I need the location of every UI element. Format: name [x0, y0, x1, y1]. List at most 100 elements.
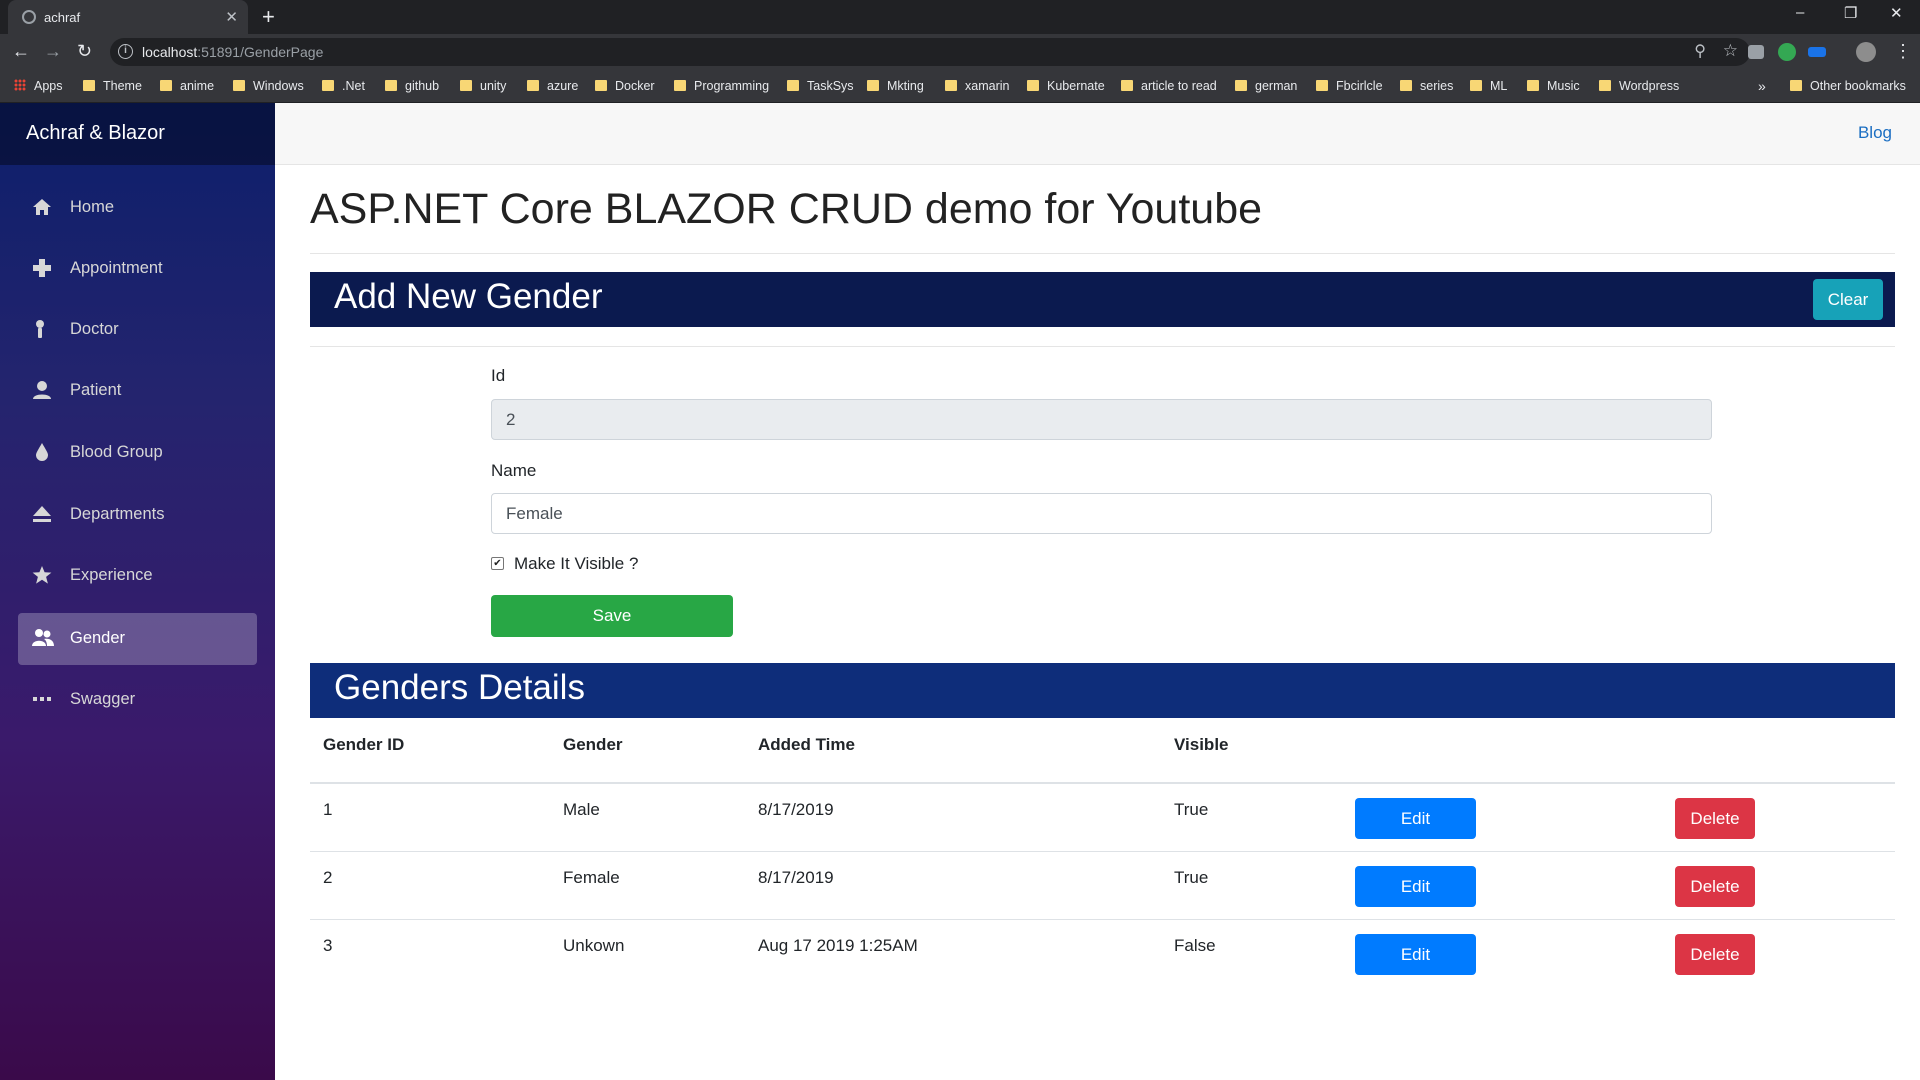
droplet-icon [32, 442, 52, 462]
bookmark-label: TaskSys [807, 79, 854, 93]
extension-mail-icon[interactable] [1748, 45, 1764, 59]
reload-icon[interactable]: ↻ [77, 41, 92, 62]
delete-button[interactable]: Delete [1675, 934, 1755, 975]
clear-button[interactable]: Clear [1813, 279, 1883, 320]
window-close-icon[interactable]: ✕ [1890, 4, 1903, 22]
form-header-title: Add New Gender [334, 277, 603, 316]
back-icon[interactable]: ← [12, 41, 30, 62]
id-field[interactable] [491, 399, 1712, 440]
profile-avatar[interactable] [1856, 42, 1876, 62]
sidebar-item-label: Departments [70, 505, 165, 523]
browser-tab-strip: achraf ✕ + – ❐ ✕ [0, 0, 1920, 34]
site-info-icon[interactable]: i [118, 44, 133, 59]
menu-kebab-icon[interactable]: ⋮ [1894, 41, 1912, 62]
folder-icon [1400, 80, 1412, 91]
sidebar-item-appointment[interactable]: Appointment [18, 243, 257, 295]
bookmark-folder[interactable]: Wordpress [1599, 70, 1679, 103]
cell-added-time: 8/17/2019 [758, 868, 834, 887]
sidebar-item-patient[interactable]: Patient [18, 365, 257, 417]
folder-icon [1121, 80, 1133, 91]
sidebar-item-label: Blood Group [70, 443, 163, 461]
extension-drive-icon[interactable] [1778, 43, 1796, 61]
cell-gender-id: 1 [323, 800, 333, 819]
column-header-added-time: Added Time [758, 735, 855, 754]
bookmark-folder[interactable]: Music [1527, 70, 1580, 103]
eject-icon [32, 504, 52, 524]
plus-icon [32, 258, 52, 278]
visible-checkbox[interactable]: ✔ [491, 557, 504, 570]
close-tab-icon[interactable]: ✕ [225, 8, 238, 26]
save-button[interactable]: Save [491, 595, 733, 637]
bookmark-folder[interactable]: series [1400, 70, 1453, 103]
bookmark-folder[interactable]: azure [527, 70, 578, 103]
folder-icon [1527, 80, 1539, 91]
bookmark-label: .Net [342, 79, 365, 93]
bookmark-folder[interactable]: Mkting [867, 70, 924, 103]
globe-icon [22, 10, 36, 24]
sidebar-item-label: Appointment [70, 259, 163, 277]
name-field[interactable] [491, 493, 1712, 534]
bookmark-folder[interactable]: Docker [595, 70, 655, 103]
bookmark-label: Apps [34, 79, 63, 93]
minimize-icon[interactable]: – [1796, 4, 1804, 21]
bookmark-star-icon[interactable]: ☆ [1723, 41, 1738, 61]
bookmark-folder[interactable]: .Net [322, 70, 365, 103]
cell-added-time: Aug 17 2019 1:25AM [758, 936, 918, 955]
bookmark-folder[interactable]: Programming [674, 70, 769, 103]
bookmark-folder[interactable]: anime [160, 70, 214, 103]
cell-visible: False [1174, 936, 1216, 955]
edit-button[interactable]: Edit [1355, 798, 1476, 839]
bookmark-folder[interactable]: Windows [233, 70, 304, 103]
sidebar-item-home[interactable]: Home [18, 182, 257, 234]
bookmark-label: ML [1490, 79, 1508, 93]
bookmarks-overflow-icon[interactable]: » [1758, 70, 1766, 103]
forward-icon[interactable]: → [44, 41, 62, 62]
bookmark-folder[interactable]: xamarin [945, 70, 1009, 103]
folder-icon [1470, 80, 1482, 91]
id-label: Id [491, 366, 506, 385]
brand-title[interactable]: Achraf & Blazor [0, 103, 275, 165]
delete-button[interactable]: Delete [1675, 798, 1755, 839]
delete-button[interactable]: Delete [1675, 866, 1755, 907]
cell-gender: Female [563, 868, 620, 887]
bookmark-folder[interactable]: Fbcirlcle [1316, 70, 1383, 103]
restore-icon[interactable]: ❐ [1844, 4, 1857, 22]
column-header-visible: Visible [1174, 735, 1229, 754]
bookmark-other[interactable]: Other bookmarks [1790, 70, 1906, 103]
sidebar-item-doctor[interactable]: Doctor [18, 304, 257, 356]
bookmark-folder[interactable]: article to read [1121, 70, 1217, 103]
bookmarks-bar: Apps Theme anime Windows .Net github uni… [0, 70, 1920, 103]
name-label: Name [491, 461, 537, 480]
sidebar-item-gender[interactable]: Gender [18, 613, 257, 665]
folder-icon [1235, 80, 1247, 91]
folder-icon [1316, 80, 1328, 91]
edit-button[interactable]: Edit [1355, 866, 1476, 907]
page-title: ASP.NET Core BLAZOR CRUD demo for Youtub… [310, 185, 1263, 233]
bookmark-folder[interactable]: github [385, 70, 439, 103]
bookmark-folder[interactable]: german [1235, 70, 1297, 103]
bookmark-label: Other bookmarks [1810, 79, 1906, 93]
bookmark-folder[interactable]: TaskSys [787, 70, 854, 103]
bookmark-folder[interactable]: ML [1470, 70, 1507, 103]
new-tab-icon[interactable]: + [262, 4, 275, 30]
bookmark-folder[interactable]: Theme [83, 70, 142, 103]
extension-new-icon[interactable] [1808, 47, 1826, 57]
bookmark-folder[interactable]: Kubernate [1027, 70, 1105, 103]
cell-gender: Male [563, 800, 600, 819]
blog-link[interactable]: Blog [1858, 123, 1892, 143]
bookmark-label: xamarin [965, 79, 1010, 93]
edit-button[interactable]: Edit [1355, 934, 1476, 975]
browser-tab[interactable]: achraf ✕ [8, 0, 248, 34]
sidebar-item-swagger[interactable]: Swagger [18, 674, 257, 726]
cell-gender-id: 3 [323, 936, 333, 955]
bookmark-folder[interactable]: unity [460, 70, 506, 103]
sidebar-item-blood-group[interactable]: Blood Group [18, 427, 257, 479]
zoom-icon[interactable]: ⚲ [1694, 41, 1706, 61]
folder-icon [945, 80, 957, 91]
sidebar-item-experience[interactable]: Experience [18, 550, 257, 602]
cell-gender: Unkown [563, 936, 625, 955]
table-header-title: Genders Details [334, 668, 585, 707]
sidebar-item-departments[interactable]: Departments [18, 489, 257, 541]
address-bar[interactable]: i localhost:51891/GenderPage ⚲ ☆ [110, 38, 1750, 66]
bookmark-apps[interactable]: Apps [14, 70, 63, 103]
